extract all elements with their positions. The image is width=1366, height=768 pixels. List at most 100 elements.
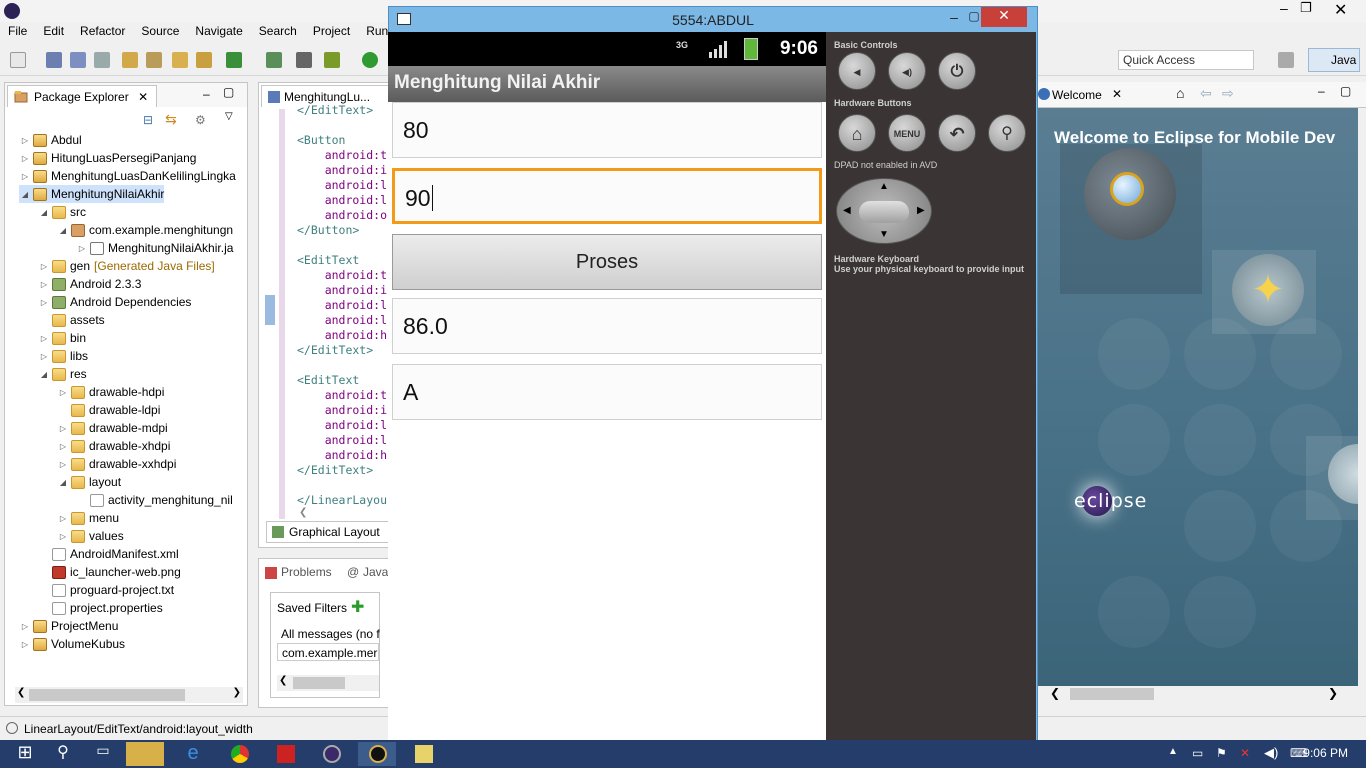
tree-item[interactable]: ◢ com.example.menghitungn <box>57 221 233 239</box>
welcome-minimize-icon[interactable]: – <box>1318 84 1325 98</box>
volume-down-icon[interactable]: ◀ <box>838 52 876 90</box>
tree-item[interactable]: ▷ Android Dependencies <box>38 293 192 311</box>
editor-scroll-left-icon[interactable]: ❮ <box>299 507 307 518</box>
welcome-scroll-left-icon[interactable]: ❮ <box>1050 686 1060 700</box>
tree-twisty-icon[interactable]: ▷ <box>19 172 31 181</box>
filter-icon[interactable]: ⚙ <box>195 113 206 127</box>
welcome-scroll-thumb[interactable] <box>1070 688 1154 700</box>
menu-navigate[interactable]: Navigate <box>187 22 250 42</box>
tree-twisty-icon[interactable]: ▷ <box>38 352 50 361</box>
open-perspective-icon[interactable] <box>1278 52 1294 68</box>
tool-icon[interactable] <box>296 52 312 68</box>
taskbar-search-icon[interactable]: ⚲ <box>44 742 82 766</box>
file-explorer-icon[interactable] <box>126 742 164 766</box>
tray-network-icon[interactable]: ✕ <box>1240 746 1250 760</box>
dpad-right-icon[interactable]: ▶ <box>917 205 925 216</box>
maximize-view-icon[interactable]: ▢ <box>223 85 234 99</box>
tray-overflow-icon[interactable]: ▲ <box>1168 746 1178 757</box>
tree-item[interactable]: ▷ VolumeKubus <box>19 635 125 653</box>
power-icon[interactable]: ⏻ <box>938 52 976 90</box>
eclipse-taskbar-icon[interactable] <box>312 742 350 766</box>
paint-icon[interactable] <box>404 742 442 766</box>
tree-item[interactable]: ▷ MenghitungNilaiAkhir.ja <box>76 239 233 257</box>
tree-item[interactable]: ◢ MenghitungNilaiAkhir <box>19 185 165 203</box>
minimize-view-icon[interactable]: – <box>203 87 210 101</box>
scroll-left-icon[interactable]: ❮ <box>17 687 25 698</box>
add-filter-icon[interactable]: ✚ <box>351 597 364 617</box>
tree-item[interactable]: ▷ ProjectMenu <box>19 617 118 635</box>
dpad-left-icon[interactable]: ◀ <box>843 205 851 216</box>
nilai-input-2[interactable]: 90 <box>392 168 822 224</box>
android-sdk-icon[interactable] <box>266 52 282 68</box>
tree-item[interactable]: ▷ bin <box>38 329 86 347</box>
javadoc-tab[interactable]: Java <box>363 565 388 579</box>
tray-flag-icon[interactable]: ⚑ <box>1216 746 1227 760</box>
tree-item[interactable]: assets <box>38 311 105 329</box>
welcome-maximize-icon[interactable]: ▢ <box>1340 84 1351 98</box>
tree-twisty-icon[interactable]: ▷ <box>57 424 69 433</box>
globe-icon[interactable] <box>1084 148 1176 240</box>
tree-item[interactable]: ▷ drawable-xxhdpi <box>57 455 176 473</box>
tree-item[interactable]: ▷ gen [Generated Java Files] <box>38 257 215 275</box>
emulator-maximize-button[interactable]: ▢ <box>967 9 981 27</box>
tree-twisty-icon[interactable]: ◢ <box>38 208 50 217</box>
tree-item[interactable]: ▷ Abdul <box>19 131 82 149</box>
samples-tile[interactable] <box>1306 436 1358 520</box>
debug-icon[interactable] <box>324 52 340 68</box>
eclipse-close-button[interactable]: ✕ <box>1334 0 1347 20</box>
tree-item[interactable]: ▷ drawable-mdpi <box>57 419 168 437</box>
build-all-icon[interactable] <box>146 52 162 68</box>
welcome-forward-icon[interactable]: ⇨ <box>1222 85 1234 102</box>
tree-item[interactable]: ◢ layout <box>57 473 121 491</box>
chrome-icon[interactable] <box>220 742 258 766</box>
eclipse-maximize-button[interactable]: ❐ <box>1300 0 1312 16</box>
tree-twisty-icon[interactable]: ▷ <box>19 136 31 145</box>
collapse-all-icon[interactable]: ⊟ <box>143 113 153 127</box>
menu-file[interactable]: File <box>0 22 35 42</box>
menu-project[interactable]: Project <box>305 22 358 42</box>
tree-twisty-icon[interactable]: ▷ <box>38 334 50 343</box>
tree-item[interactable]: ▷ libs <box>38 347 88 365</box>
welcome-scrollbar[interactable]: ❮ ❯ <box>1038 686 1358 702</box>
tree-twisty-icon[interactable]: ▷ <box>57 460 69 469</box>
print-icon[interactable] <box>94 52 110 68</box>
task-view-icon[interactable]: ▭ <box>84 742 122 766</box>
emulator-taskbar-icon[interactable] <box>358 742 396 766</box>
tree-item[interactable]: ▷ MenghitungLuasDanKelilingLingka <box>19 167 236 185</box>
tree-item[interactable]: ▷ values <box>57 527 124 545</box>
tree-item[interactable]: AndroidManifest.xml <box>38 545 179 563</box>
star-icon[interactable]: ✦ <box>1232 254 1304 326</box>
package-explorer-tab[interactable]: Package Explorer ✕ <box>7 85 158 107</box>
filters-scroll-left-icon[interactable]: ❮ <box>279 675 287 686</box>
link-editor-icon[interactable]: ⇆ <box>165 111 177 128</box>
tree-item[interactable]: ▷ drawable-hdpi <box>57 383 164 401</box>
save-all-icon[interactable] <box>70 52 86 68</box>
tree-twisty-icon[interactable]: ▷ <box>57 442 69 451</box>
proses-button[interactable]: Proses <box>392 234 822 290</box>
tree-item[interactable]: ▷ menu <box>57 509 119 527</box>
welcome-tab[interactable]: Welcome <box>1052 88 1102 102</box>
menu-search[interactable]: Search <box>251 22 305 42</box>
tree-item[interactable]: ◢ res <box>38 365 87 383</box>
tree-item[interactable]: drawable-ldpi <box>57 401 160 419</box>
tree-twisty-icon[interactable]: ▷ <box>38 262 50 271</box>
cube-icon[interactable] <box>1328 444 1358 504</box>
nilai-input-1[interactable]: 80 <box>392 102 822 158</box>
menu-edit[interactable]: Edit <box>35 22 72 42</box>
tree-twisty-icon[interactable]: ▷ <box>57 388 69 397</box>
tree-twisty-icon[interactable]: ▷ <box>38 298 50 307</box>
tray-monitor-icon[interactable]: ▭ <box>1192 746 1203 760</box>
acrobat-icon[interactable] <box>266 742 304 766</box>
tree-item[interactable]: project.properties <box>38 599 163 617</box>
tree-twisty-icon[interactable]: ▷ <box>19 640 31 649</box>
filters-scroll-thumb[interactable] <box>293 677 345 689</box>
tree-twisty-icon[interactable]: ◢ <box>57 226 69 235</box>
filter-all-messages[interactable]: All messages (no f <box>281 627 380 641</box>
save-icon[interactable] <box>46 52 62 68</box>
dpad-center-button[interactable] <box>859 201 909 223</box>
tutorial-tile[interactable]: ✦ <box>1212 250 1316 334</box>
search-icon[interactable]: ⚲ <box>988 114 1026 152</box>
tree-item[interactable]: activity_menghitung_nil <box>76 491 233 509</box>
problems-tab[interactable]: Problems <box>281 565 332 579</box>
new-icon[interactable] <box>10 52 26 68</box>
